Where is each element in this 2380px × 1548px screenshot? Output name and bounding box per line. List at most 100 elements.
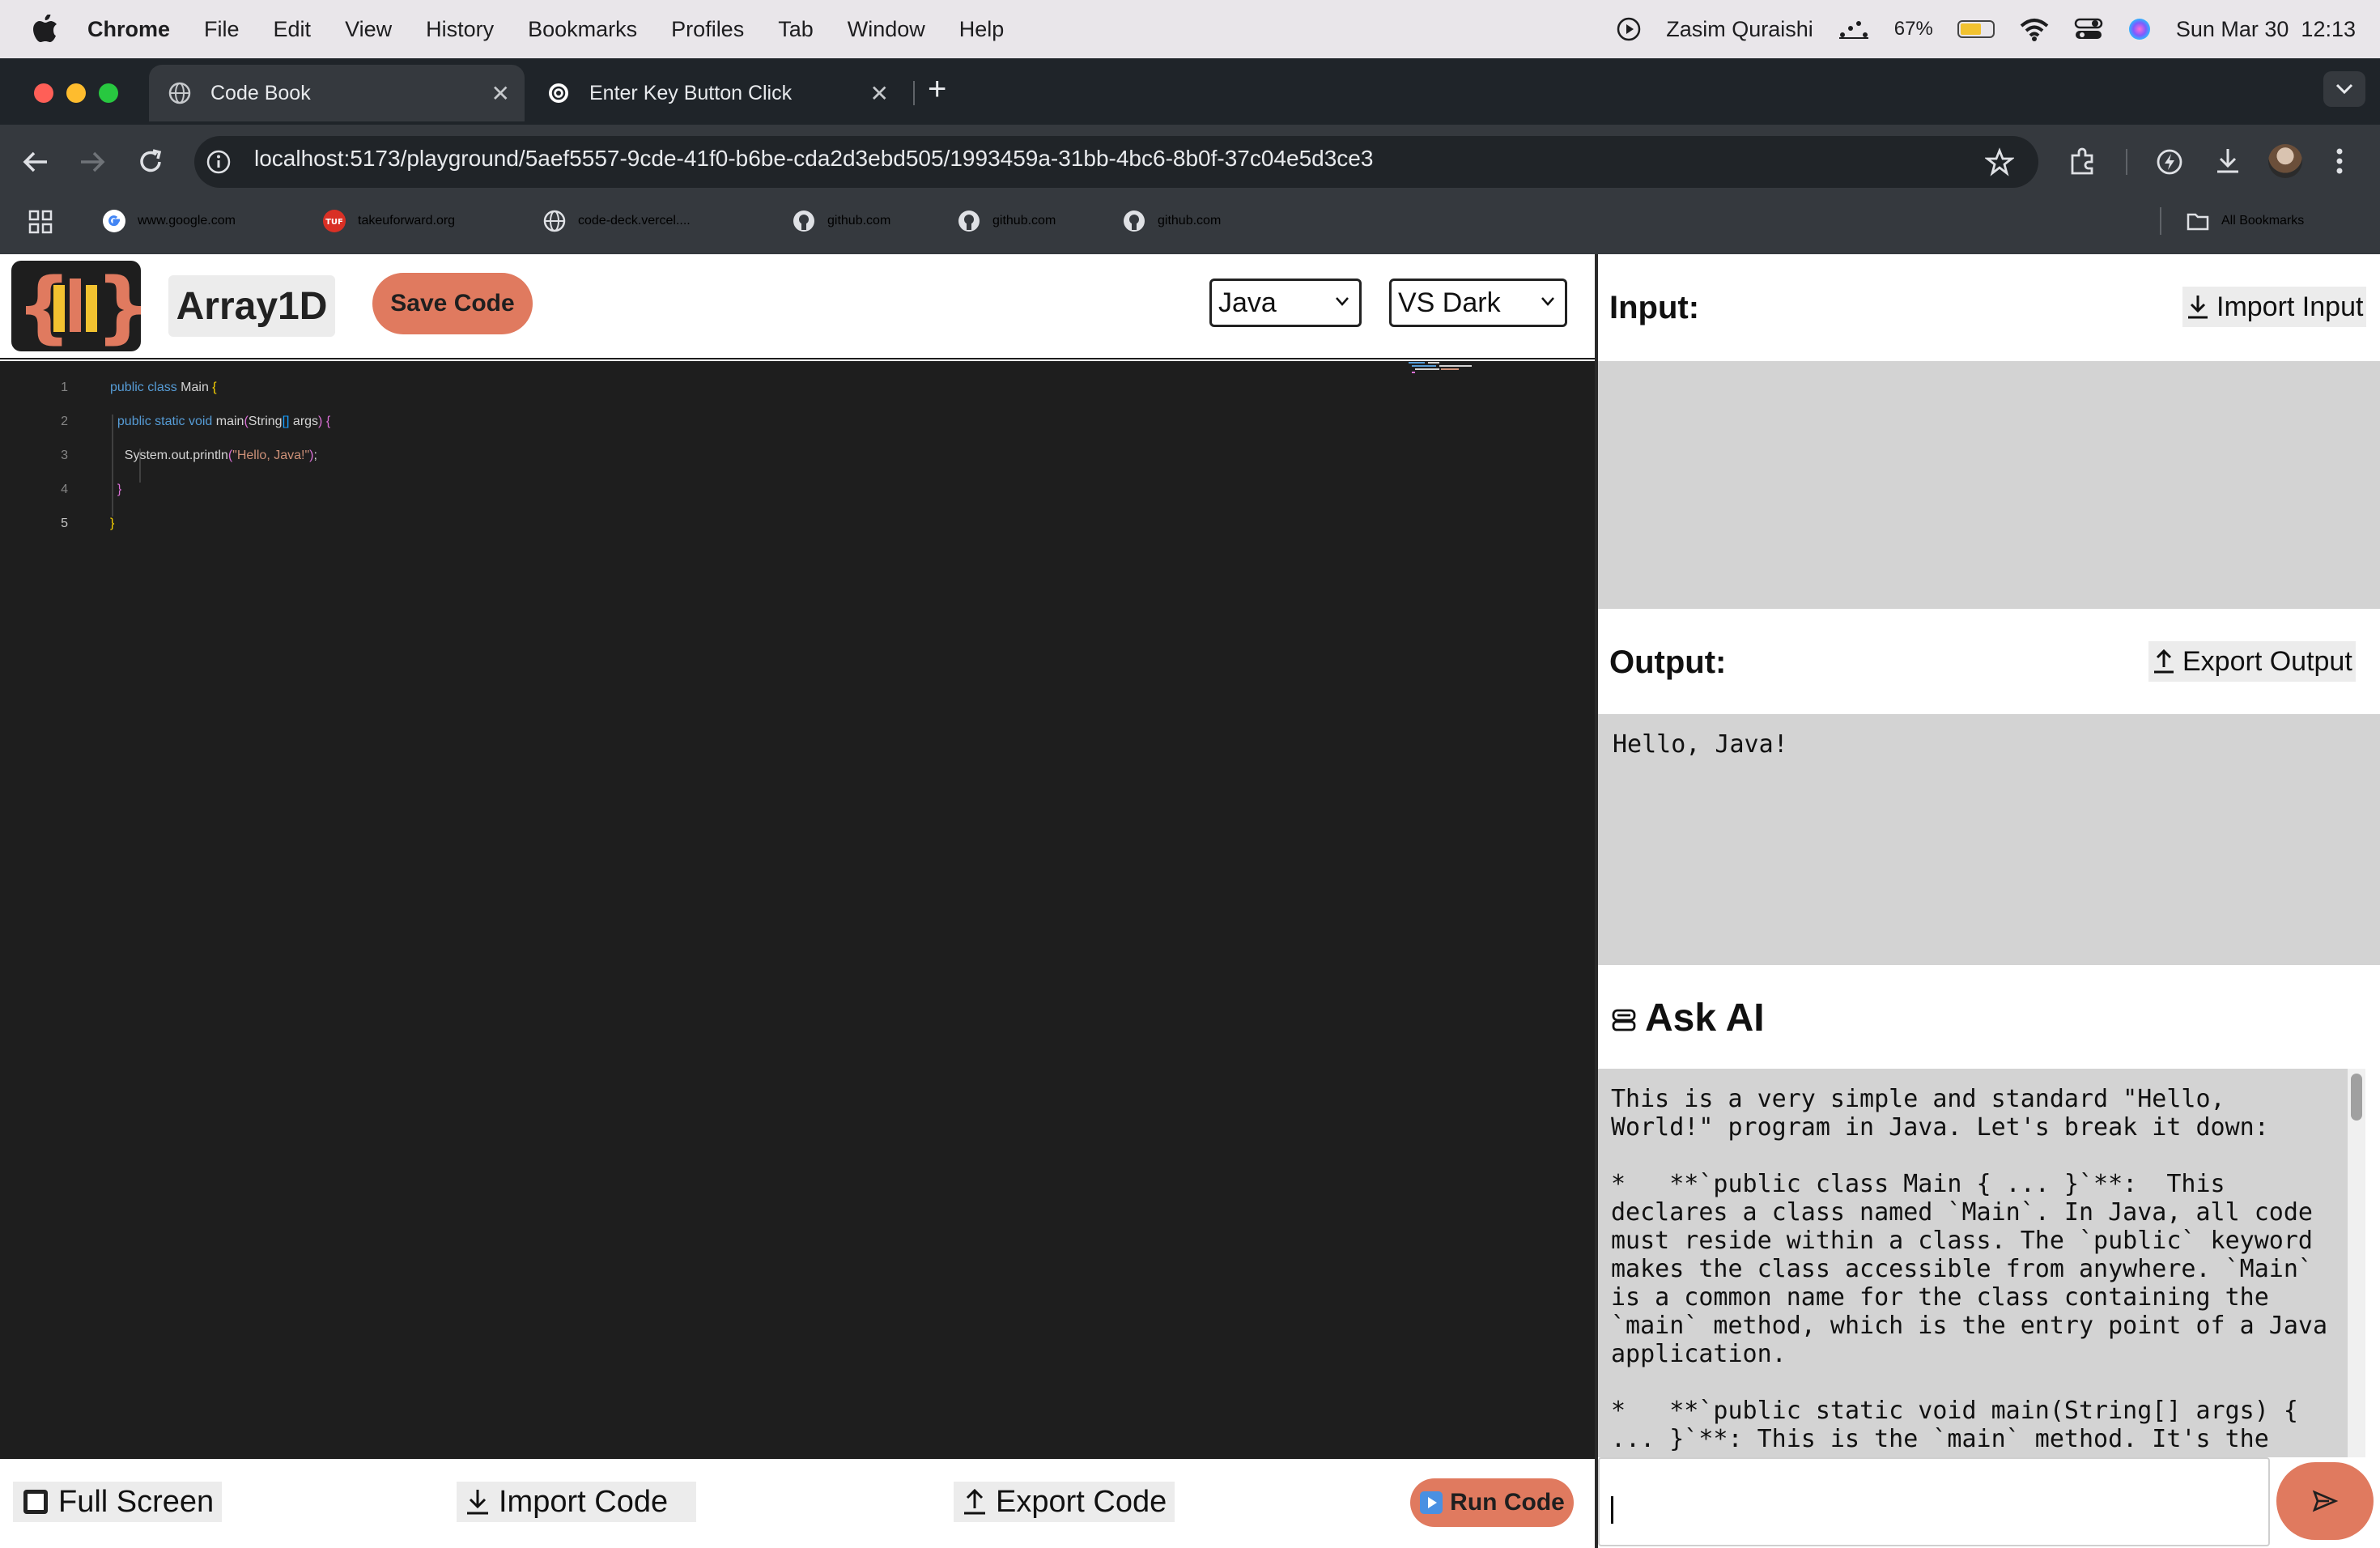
- playground-title[interactable]: Array1D: [168, 275, 335, 337]
- ask-ai-title: Ask AI: [1645, 997, 1765, 1040]
- bookmark-github-1[interactable]: github.com: [792, 209, 890, 233]
- bookmark-label: github.com: [1158, 214, 1222, 228]
- code-line[interactable]: public static void main(String[] args) {: [110, 415, 330, 429]
- ai-scrollbar-thumb[interactable]: [2351, 1074, 2362, 1121]
- profile-avatar[interactable]: [2268, 144, 2302, 178]
- tab-code-book[interactable]: Code Book ✕: [149, 65, 525, 121]
- close-tab-icon[interactable]: ✕: [870, 80, 889, 107]
- upload-icon: [2154, 649, 2174, 674]
- bookmark-github-2[interactable]: github.com: [957, 209, 1056, 233]
- extensions-icon[interactable]: [2068, 146, 2098, 176]
- more-menu-icon[interactable]: [2335, 146, 2344, 176]
- theme-select[interactable]: VS Dark: [1389, 279, 1567, 327]
- siri-icon[interactable]: [2127, 17, 2152, 41]
- tab-separator: [913, 81, 915, 105]
- globe-icon: [543, 210, 566, 232]
- svg-text:TUF: TUF: [325, 218, 343, 227]
- code-line[interactable]: public class Main {: [110, 381, 217, 395]
- export-output-button[interactable]: Export Output: [2148, 641, 2356, 682]
- import-code-button[interactable]: Import Code: [457, 1482, 696, 1522]
- macos-menu-bar: Chrome File Edit View History Bookmarks …: [0, 0, 2380, 58]
- close-tab-icon[interactable]: ✕: [491, 80, 510, 107]
- download-icon: [467, 1490, 488, 1515]
- apps-grid-icon[interactable]: [28, 209, 53, 235]
- back-icon[interactable]: [21, 149, 50, 175]
- tab-search-button[interactable]: [2323, 71, 2365, 107]
- window-maximize-button[interactable]: [99, 83, 118, 103]
- import-input-button[interactable]: Import Input: [2182, 287, 2367, 327]
- apple-icon[interactable]: [32, 15, 58, 44]
- github-icon: [958, 211, 980, 232]
- menu-file[interactable]: File: [204, 17, 240, 42]
- all-bookmarks-button[interactable]: All Bookmarks: [2186, 209, 2304, 233]
- battery-icon[interactable]: [1957, 20, 1995, 38]
- globe-icon: [168, 82, 191, 104]
- code-line[interactable]: System.out.println("Hello, Java!");: [110, 449, 317, 463]
- performance-icon[interactable]: [2155, 147, 2184, 176]
- menu-bookmarks[interactable]: Bookmarks: [528, 17, 637, 42]
- upload-icon: [964, 1488, 985, 1515]
- output-textarea[interactable]: Hello, Java!: [1598, 714, 2380, 965]
- menu-chrome[interactable]: Chrome: [87, 17, 170, 42]
- menu-help[interactable]: Help: [959, 17, 1005, 42]
- folder-icon: [2187, 213, 2209, 231]
- bookmark-star-icon[interactable]: [1985, 147, 2014, 176]
- ai-scrollbar-track[interactable]: [2348, 1069, 2365, 1457]
- window-close-button[interactable]: [34, 83, 53, 103]
- code-line[interactable]: }: [110, 517, 114, 531]
- editor-bottom-bar: [0, 1459, 1595, 1548]
- bookmark-code-deck[interactable]: code-deck.vercel....: [542, 209, 691, 233]
- all-bookmarks-label: All Bookmarks: [2221, 214, 2305, 228]
- ai-response[interactable]: This is a very simple and standard "Hell…: [1598, 1069, 2348, 1457]
- input-textarea[interactable]: [1598, 361, 2380, 609]
- download-icon[interactable]: [2213, 146, 2242, 176]
- window-minimize-button[interactable]: [66, 83, 86, 103]
- ask-ai-input[interactable]: [1598, 1457, 2270, 1546]
- bookmark-label: github.com: [827, 214, 891, 228]
- code-editor[interactable]: [0, 361, 1595, 1459]
- editor-minimap[interactable]: [1409, 361, 1481, 374]
- export-code-button[interactable]: Export Code: [954, 1482, 1175, 1522]
- github-icon: [1124, 211, 1145, 232]
- bookmark-takeuforward[interactable]: TUF takeuforward.org: [322, 209, 455, 233]
- tuf-icon: TUF: [323, 210, 346, 232]
- menu-window[interactable]: Window: [848, 17, 925, 42]
- app-logo[interactable]: { }: [11, 261, 151, 352]
- run-code-button[interactable]: Run Code: [1410, 1478, 1574, 1527]
- send-button[interactable]: [2276, 1462, 2374, 1540]
- full-screen-button[interactable]: Full Screen: [13, 1482, 223, 1522]
- menu-view[interactable]: View: [345, 17, 392, 42]
- menu-profiles[interactable]: Profiles: [671, 17, 744, 42]
- site-info-icon[interactable]: [206, 149, 232, 175]
- menubar-clock[interactable]: Sun Mar 30 12:13: [2176, 17, 2356, 42]
- save-code-button[interactable]: Save Code: [372, 273, 533, 334]
- code-line[interactable]: }: [110, 483, 121, 497]
- logo-icon: { }: [16, 262, 151, 352]
- forward-icon[interactable]: [78, 149, 107, 175]
- play-circle-icon[interactable]: [1616, 16, 1642, 42]
- menubar-user[interactable]: Zasim Quraishi: [1666, 17, 1813, 42]
- focus-dots-icon[interactable]: [1838, 17, 1870, 41]
- import-code-label: Import Code: [499, 1484, 669, 1519]
- line-number: 1: [61, 381, 68, 394]
- tab-enter-key[interactable]: Enter Key Button Click ✕: [528, 65, 903, 121]
- url-text[interactable]: localhost:5173/playground/5aef5557-9cde-…: [254, 146, 1373, 172]
- bookmark-github-3[interactable]: github.com: [1122, 209, 1221, 233]
- export-code-label: Export Code: [996, 1484, 1167, 1519]
- new-tab-button[interactable]: +: [928, 71, 946, 108]
- control-center-icon[interactable]: [2074, 17, 2103, 41]
- github-icon: [793, 211, 814, 232]
- language-select[interactable]: Java: [1209, 279, 1362, 327]
- robot-icon: [1612, 1009, 1636, 1031]
- line-number: 3: [61, 449, 68, 462]
- square-icon: [23, 1490, 48, 1514]
- reload-icon[interactable]: [136, 147, 165, 176]
- bookmark-google[interactable]: www.google.com: [102, 209, 236, 233]
- full-screen-label: Full Screen: [58, 1484, 215, 1519]
- menu-edit[interactable]: Edit: [274, 17, 312, 42]
- menu-history[interactable]: History: [426, 17, 494, 42]
- output-label: Output:: [1609, 644, 1727, 680]
- bookmark-label: code-deck.vercel....: [578, 214, 691, 228]
- menu-tab[interactable]: Tab: [778, 17, 814, 42]
- wifi-icon[interactable]: [2019, 17, 2050, 41]
